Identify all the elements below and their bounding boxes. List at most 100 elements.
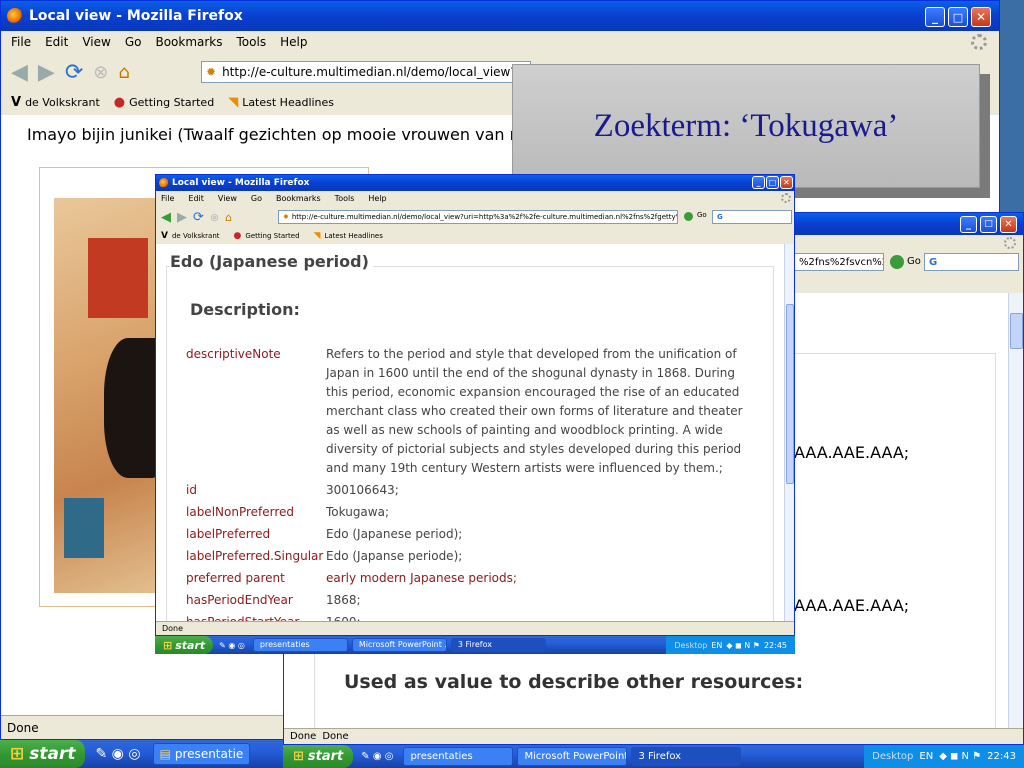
back-menu-view[interactable]: View	[82, 35, 110, 49]
minimize-button[interactable]: _	[925, 7, 945, 27]
main-start-button[interactable]: ⊞ start	[0, 740, 86, 768]
front-bookmark-0[interactable]: Vde Volkskrant	[161, 231, 220, 241]
front-google-search-icon: G	[717, 213, 723, 221]
firefox-icon	[7, 8, 23, 24]
front-window-titlebar[interactable]: Local view - Mozilla Firefox	[156, 175, 794, 191]
back-menu-bookmarks[interactable]: Bookmarks	[155, 35, 222, 49]
inner-task-powerpoint[interactable]: Microsoft PowerPoint ...	[351, 637, 447, 653]
right-go-icon[interactable]	[890, 255, 904, 269]
right-close-button[interactable]: ✕	[1000, 216, 1017, 233]
front-url-bar[interactable]: ✹ http://e-culture.multimedian.nl/demo/l…	[278, 210, 678, 224]
back-bookmark-2[interactable]: ◥ Latest Headlines	[228, 95, 334, 110]
rss-icon: ◥	[228, 94, 239, 110]
back-menu-tools[interactable]: Tools	[237, 35, 267, 49]
property-list: descriptiveNote Refers to the period and …	[186, 345, 766, 622]
right-scrollbar[interactable]	[1008, 293, 1023, 731]
right-minimize-button[interactable]: _	[960, 216, 977, 233]
front-firefox-window: Local view - Mozilla Firefox _ □ ✕ File E…	[155, 174, 795, 636]
front-bookmark-1[interactable]: ● Getting Started	[234, 231, 300, 241]
right-task-firefox[interactable]: 3 Firefox	[631, 747, 742, 766]
back-menu-go[interactable]: Go	[125, 35, 142, 49]
back-window-titlebar[interactable]: Local view - Mozilla Firefox	[1, 1, 999, 31]
maximize-button[interactable]: □	[948, 7, 968, 27]
property-value-link[interactable]: early modern Japanese periods;	[326, 569, 758, 588]
right-task-presentaties[interactable]: presentaties	[403, 747, 514, 766]
back-page-title: Imayo bijin junikei (Twaalf gezichten op…	[27, 125, 537, 144]
front-go-label[interactable]: Go	[697, 211, 707, 219]
front-statusbar: Done	[156, 621, 794, 635]
property-key: descriptiveNote	[186, 347, 281, 361]
front-minimize-button[interactable]: _	[752, 176, 765, 189]
back-menu-file[interactable]: File	[11, 35, 31, 49]
front-scrollbar[interactable]	[784, 244, 794, 622]
right-clock: 22:43	[987, 751, 1016, 762]
front-menu-go[interactable]: Go	[251, 194, 262, 203]
front-menu-view[interactable]: View	[218, 194, 237, 203]
forward-arrow-icon[interactable]: ▶	[38, 60, 55, 85]
back-bookmark-1[interactable]: ● Getting Started	[114, 95, 214, 110]
description-heading: Description:	[190, 300, 300, 319]
property-value: Edo (Japanse periode);	[326, 549, 463, 563]
folder-icon: ▤	[159, 746, 171, 761]
property-row: id 300106643;	[186, 481, 766, 500]
front-bookmark-2[interactable]: ◥ Latest Headlines	[314, 231, 383, 241]
close-button[interactable]: ✕	[971, 7, 991, 27]
front-bookmarks-toolbar: Vde Volkskrant ● Getting Started ◥ Latest He…	[156, 229, 794, 243]
inner-tray-icons[interactable]: ◆ ◼ N ⚑	[726, 641, 760, 650]
right-search-box[interactable]: G	[924, 253, 1019, 271]
right-task-powerpoint[interactable]: Microsoft PowerPoint ...	[517, 747, 628, 766]
tray-icons[interactable]: ◆ ◼ N ⚑	[939, 751, 981, 762]
page-icon: ✹	[206, 65, 217, 79]
front-forward-arrow-icon[interactable]: ▶	[177, 210, 187, 225]
right-statusbar: Done Done	[284, 728, 1023, 744]
reload-icon[interactable]: ⟳	[65, 60, 83, 85]
front-stop-icon[interactable]: ⊗	[210, 211, 219, 224]
front-close-button[interactable]: ✕	[780, 176, 793, 189]
right-maximize-button[interactable]: □	[980, 216, 997, 233]
property-value: Edo (Japanese period);	[326, 527, 463, 541]
front-back-arrow-icon[interactable]: ◀	[161, 210, 171, 225]
front-home-icon[interactable]: ⌂	[225, 211, 232, 224]
front-content-area: Edo (Japanese period) Description: descr…	[156, 244, 784, 622]
right-start-button[interactable]: ⊞ start	[283, 745, 354, 768]
right-row-2: AAA.AAE.AAA;	[794, 596, 910, 615]
property-row: labelNonPreferred Tokugawa;	[186, 503, 766, 522]
inner-taskbar: ⊞ start ✎ ◉ ◎ presentaties Microsoft Pow…	[155, 636, 795, 654]
right-scrollbar-thumb[interactable]	[1010, 313, 1023, 349]
quicklaunch-icons[interactable]: ✎ ◉ ◎	[95, 746, 140, 762]
back-menubar: File Edit View Go Bookmarks Tools Help	[1, 31, 999, 53]
front-maximize-button[interactable]: □	[766, 176, 779, 189]
getting-started-icon: ●	[233, 231, 242, 241]
volkskrant-icon: V	[161, 231, 168, 241]
right-quicklaunch-icons[interactable]: ✎ ◉ ◎	[361, 751, 393, 762]
back-bookmark-0[interactable]: Vde Volkskrant	[11, 95, 100, 110]
front-menu-file[interactable]: File	[161, 194, 174, 203]
right-go-label[interactable]: Go	[907, 256, 921, 267]
inner-task-firefox[interactable]: 3 Firefox	[450, 637, 546, 653]
back-url-bar[interactable]: ✹ http://e-culture.multimedian.nl/demo/l…	[201, 61, 531, 83]
right-url-bar[interactable]: %2fns%2fsvcn%23C	[794, 253, 884, 271]
front-search-box[interactable]: G	[712, 210, 792, 224]
back-menu-help[interactable]: Help	[280, 35, 307, 49]
property-key: labelPreferred.Singular	[186, 549, 324, 563]
main-task-presentaties[interactable]: ▤ presentatie	[152, 742, 251, 766]
inner-task-presentaties[interactable]: presentaties	[252, 637, 348, 653]
property-value: Refers to the period and style that deve…	[326, 347, 743, 475]
home-icon[interactable]: ⌂	[118, 62, 129, 83]
inner-start-button[interactable]: ⊞ start	[155, 636, 214, 654]
front-menu-help[interactable]: Help	[368, 194, 386, 203]
front-go-icon[interactable]	[684, 212, 693, 221]
front-menubar: File Edit View Go Bookmarks Tools Help	[156, 192, 794, 205]
front-menu-edit[interactable]: Edit	[188, 194, 204, 203]
front-menu-bookmarks[interactable]: Bookmarks	[276, 194, 321, 203]
front-reload-icon[interactable]: ⟳	[193, 210, 204, 225]
inner-clock: 22:45	[763, 640, 787, 650]
stop-icon[interactable]: ⊗	[93, 62, 108, 83]
back-menu-edit[interactable]: Edit	[45, 35, 68, 49]
front-menu-tools[interactable]: Tools	[335, 194, 355, 203]
property-row: labelPreferred Edo (Japanese period);	[186, 525, 766, 544]
back-arrow-icon[interactable]: ◀	[11, 60, 28, 85]
inner-quicklaunch-icons[interactable]: ✎ ◉ ◎	[219, 641, 245, 650]
front-scrollbar-thumb[interactable]	[786, 304, 794, 484]
property-row: descriptiveNote Refers to the period and …	[186, 345, 766, 478]
